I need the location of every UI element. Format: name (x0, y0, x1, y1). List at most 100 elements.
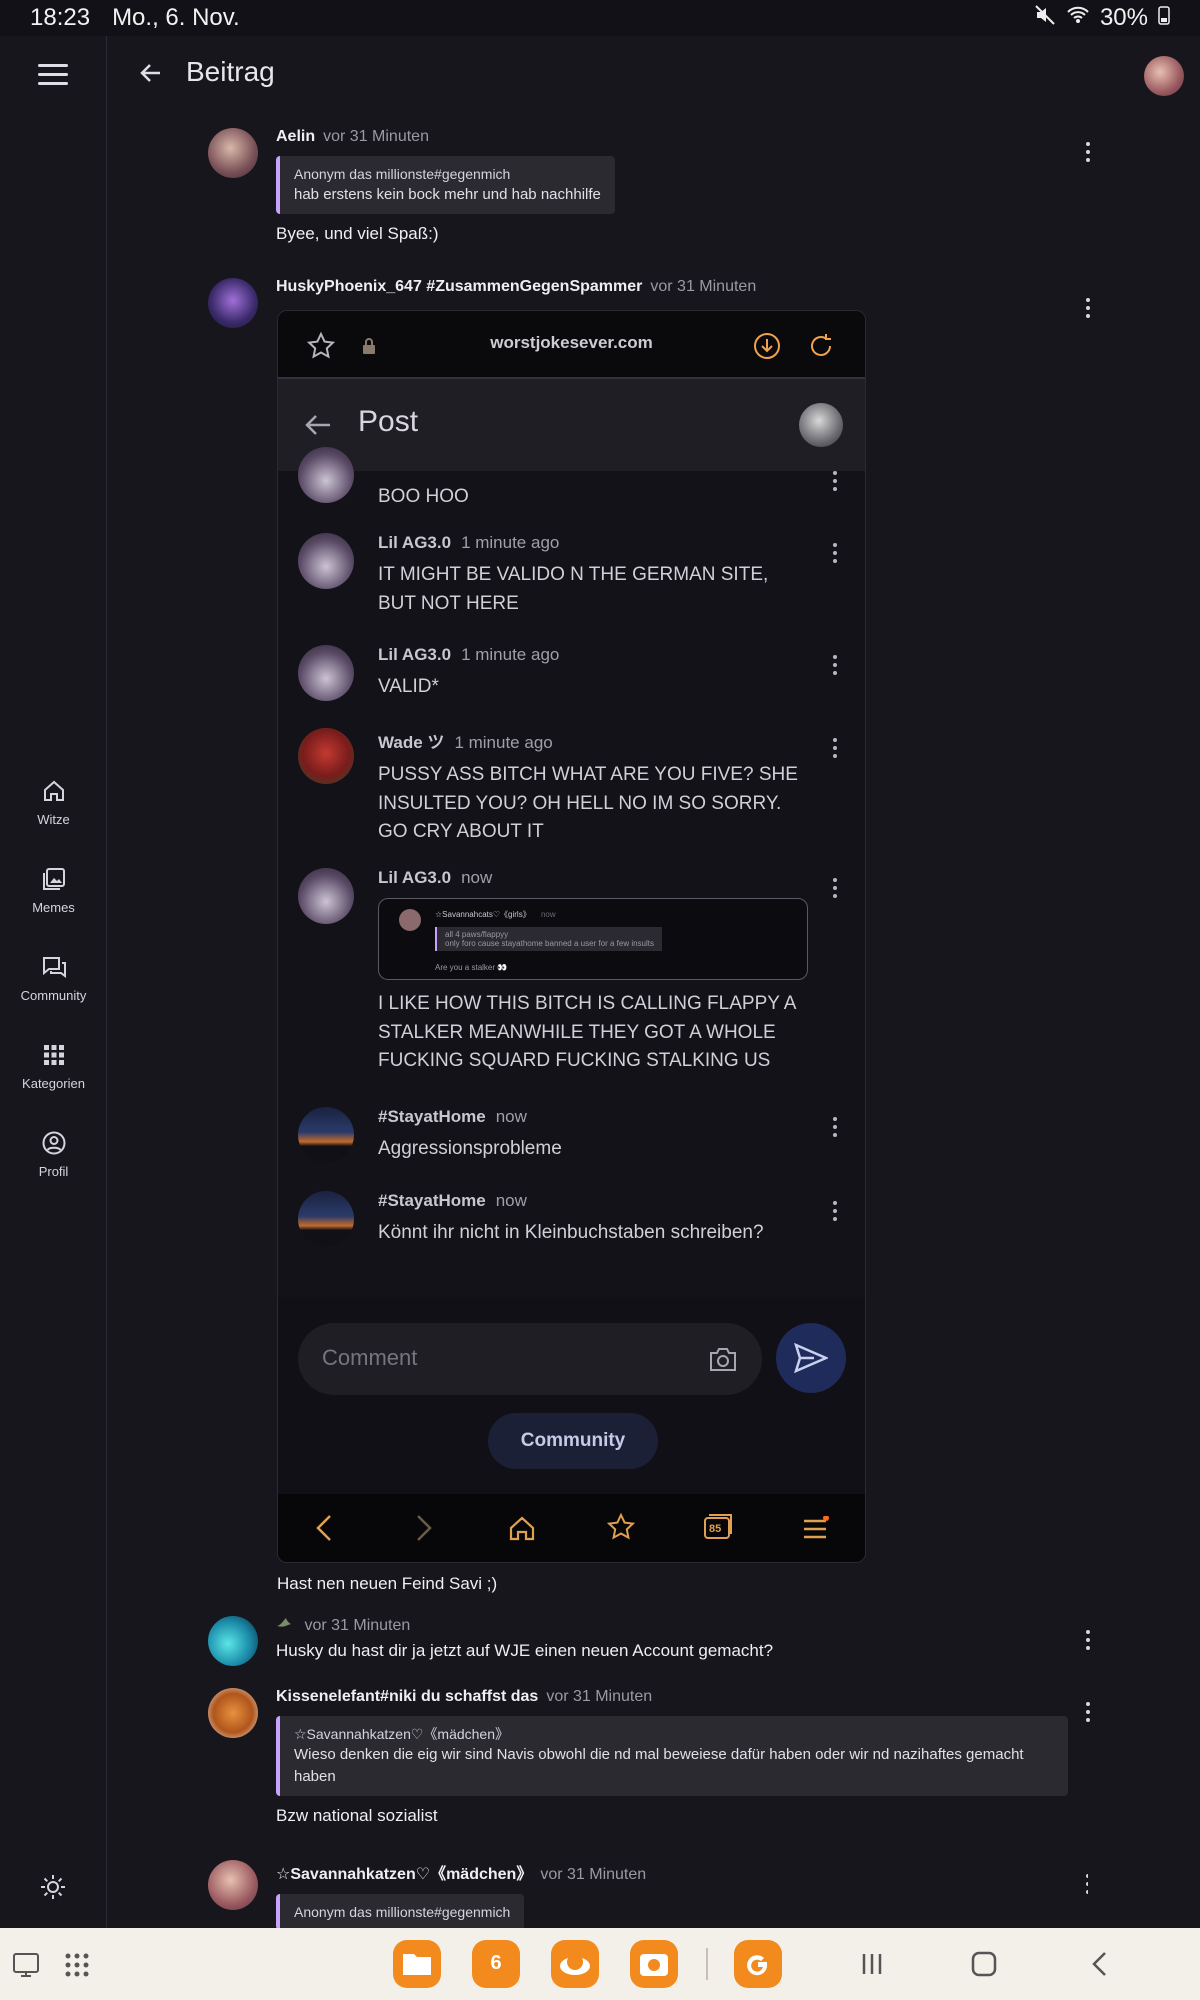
browser-bar: worstjokesever.com (278, 311, 865, 379)
back-arrow-icon (304, 413, 332, 442)
more-options-icon (833, 543, 838, 567)
google-app-icon[interactable] (734, 1940, 782, 1988)
comment-author[interactable]: ☆Savannahkatzen♡《mädchen》 (276, 1866, 532, 1883)
embedded-comment-time: 1 minute ago (461, 533, 560, 552)
mini-time: now (540, 910, 556, 919)
sidebar-item-kategorien[interactable]: Kategorien (0, 1042, 107, 1091)
embedded-comment-time: 1 minute ago (454, 733, 553, 752)
embedded-image: ☆Savannahcats♡《girls》 now all 4 paws/fla… (378, 898, 808, 980)
embedded-comment-text: IT MIGHT BE VALIDO N THE GERMAN SITE, BU… (378, 564, 769, 614)
comment-text: Byee, und viel Spaß:) (276, 224, 439, 244)
mute-icon (1034, 4, 1056, 33)
status-date: Mo., 6. Nov. (112, 4, 240, 31)
comment-time: vor 31 Minuten (304, 1617, 411, 1634)
embedded-comment-text: Aggressionsprobleme (378, 1138, 562, 1159)
back-icon (314, 1514, 334, 1547)
avatar (298, 868, 354, 924)
more-options-icon (833, 655, 838, 679)
comment-author[interactable]: Kissenelefant#niki du schaffst das (276, 1688, 538, 1705)
home-icon (508, 1514, 536, 1547)
comment-item: Kissenelefant#niki du schaffst das vor 31… (208, 1688, 1090, 1838)
more-options-icon (833, 1201, 838, 1225)
wifi-icon (1066, 4, 1090, 32)
comment-input: Comment (298, 1323, 762, 1395)
chat-icon (42, 957, 66, 978)
embedded-post-bar: Post (278, 379, 865, 471)
browser-bottom-nav: 85 (278, 1494, 865, 1562)
embedded-comment-author: Lil AG3.0 (378, 868, 452, 887)
embedded-comment-author: #StayatHome (378, 1107, 486, 1126)
theme-toggle-icon[interactable] (40, 1874, 66, 1905)
files-app-icon[interactable] (393, 1940, 441, 1988)
app-drawer-icon[interactable] (64, 1952, 90, 1983)
more-options-icon[interactable] (1086, 298, 1092, 322)
embedded-screenshot[interactable]: worstjokesever.com Post BOO HOO Lil AG3.… (277, 310, 866, 1563)
avatar (208, 1860, 258, 1910)
menu-icon[interactable] (38, 64, 68, 86)
comment-author[interactable]: Aelin (276, 128, 315, 145)
quote-text: Wieso denken die eig wir sind Navis obwo… (294, 1746, 1024, 1786)
top-bar: Beitrag (108, 36, 1200, 112)
send-icon (794, 1343, 828, 1373)
avatar (298, 533, 354, 589)
battery-level: 30% (1099, 4, 1148, 31)
back-nav-icon[interactable] (1086, 1950, 1114, 1983)
home-nav-icon[interactable] (970, 1950, 998, 1983)
sidebar-item-profil[interactable]: Profil (0, 1130, 107, 1179)
quote-block: Anonym das millionste#gegenmich (276, 1894, 525, 1928)
avatar (208, 1688, 258, 1738)
sidebar-item-memes[interactable]: Memes (0, 866, 107, 915)
sidebar-item-witze[interactable]: Witze (0, 778, 107, 827)
recents-nav-icon[interactable] (858, 1950, 886, 1983)
more-options-icon[interactable] (1086, 1630, 1092, 1654)
embedded-comment-text: VALID* (378, 676, 439, 697)
avatar (298, 645, 354, 701)
sidebar-item-label: Kategorien (22, 1076, 85, 1091)
comment-item: ☆Savannahkatzen♡《mädchen》 vor 31 Minuten … (208, 1860, 1088, 1928)
quote-author: ☆Savannahkatzen♡《mädchen》 (294, 1726, 509, 1742)
comment-text: Husky du hast dir ja jetzt auf WJE einen… (276, 1641, 774, 1660)
status-time: 18:23 (30, 4, 91, 31)
browser-app-icon[interactable] (551, 1940, 599, 1988)
sidebar-item-community[interactable]: Community (0, 954, 107, 1003)
download-icon (752, 331, 782, 366)
comment-author[interactable]: HuskyPhoenix_647 #ZusammenGegenSpammer (276, 278, 642, 295)
tabs-count: 85 (709, 1523, 722, 1535)
mini-author: ☆Savannahcats♡《girls》 (435, 910, 531, 919)
quote-block: all 4 paws/flappyy only foro cause staya… (435, 927, 663, 951)
embedded-comment-time: now (461, 868, 493, 887)
bird-icon (276, 1616, 292, 1630)
home-icon (43, 780, 64, 801)
sidebar-item-label: Memes (32, 900, 75, 915)
more-options-icon (833, 738, 838, 762)
quote-block: Anonym das millionste#gegenmich hab erst… (276, 156, 615, 215)
page-title: Beitrag (186, 56, 275, 87)
bookmarks-icon (606, 1512, 636, 1547)
avatar (208, 278, 258, 328)
sidebar-item-label: Community (20, 988, 87, 1003)
more-options-icon[interactable] (1086, 1874, 1088, 1898)
quote-author: all 4 paws/flappyy (445, 930, 509, 939)
more-options-icon[interactable] (1086, 142, 1092, 166)
embedded-comment-author: Lil AG3.0 (378, 645, 452, 664)
dock-divider (706, 1948, 708, 1980)
avatar (298, 1191, 354, 1247)
comment-time: vor 31 Minuten (650, 278, 757, 295)
more-options-icon (833, 471, 838, 495)
camera-app-icon[interactable] (630, 1940, 678, 1988)
recent-apps-panel-icon[interactable] (12, 1950, 40, 1983)
comment-item: vor 31 Minuten Husky du hast dir ja jetz… (208, 1616, 1090, 1676)
embedded-comment-time: now (495, 1107, 527, 1126)
image-icon (42, 868, 65, 890)
reload-icon (806, 331, 836, 366)
more-options-icon (833, 878, 838, 902)
more-options-icon[interactable] (1086, 1702, 1092, 1726)
calendar-app-icon[interactable]: 6 (472, 1940, 520, 1988)
mini-text: Are you a stalker 👀 (435, 963, 508, 972)
quote-text: hab erstens kein bock mehr und hab nachh… (294, 186, 601, 204)
avatar (208, 1616, 258, 1666)
avatar[interactable] (1144, 56, 1184, 96)
avatar (298, 728, 354, 784)
back-arrow-icon[interactable] (138, 60, 164, 91)
quote-author: Anonym das millionste#gegenmich (294, 1904, 511, 1920)
